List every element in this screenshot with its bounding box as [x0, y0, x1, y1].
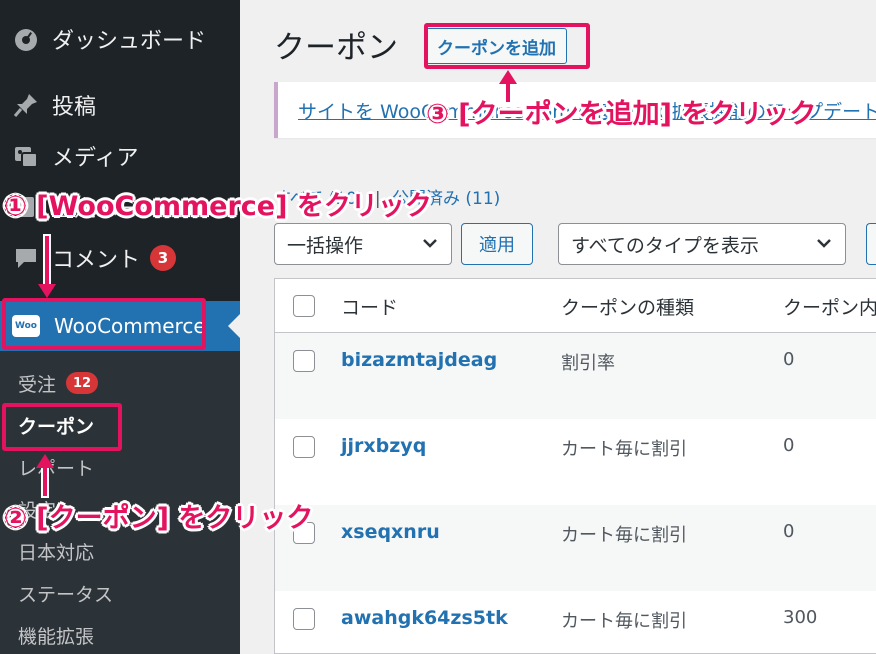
submenu-reports[interactable]: レポート — [18, 449, 94, 485]
coupon-amount: 0 — [783, 349, 795, 370]
menu-comments[interactable]: コメント 3 — [0, 233, 240, 283]
row-checkbox[interactable] — [293, 608, 315, 630]
highlight-add-coupon — [424, 23, 590, 69]
table-row: bizazmtajdeag 割引率 0 — [275, 333, 876, 419]
submenu-extensions[interactable]: 機能拡張 — [18, 617, 94, 653]
annotation-step-1: ① [WooCommerce] をクリック — [4, 191, 432, 222]
menu-posts[interactable]: 投稿 — [0, 80, 240, 130]
filter-button[interactable] — [866, 223, 876, 265]
menu-dashboard-label: ダッシュボード — [52, 29, 207, 54]
submenu-status-label: ステータス — [18, 583, 114, 606]
submenu-japan-label: 日本対応 — [18, 541, 95, 564]
pin-icon — [0, 92, 52, 118]
comment-count-badge: 3 — [150, 245, 177, 271]
orders-count-badge: 12 — [66, 372, 99, 394]
coupons-table: コード クーポンの種類 クーポン内容 bizazmtajdeag 割引率 0 j… — [274, 278, 876, 654]
coupon-amount: 0 — [783, 435, 795, 456]
coupon-type-filter-value: すべてのタイプを表示 — [571, 234, 759, 257]
chevron-down-icon — [421, 234, 439, 257]
coupon-amount: 0 — [783, 521, 795, 542]
coupon-code-link[interactable]: jjrxbzyq — [341, 435, 426, 457]
arrow-down-icon — [38, 284, 56, 298]
annotation-step-2: ② [クーポン] をクリック — [4, 503, 314, 534]
coupon-code-link[interactable]: xseqxnru — [341, 521, 440, 543]
bulk-action-value: 一括操作 — [287, 234, 364, 257]
menu-posts-label: 投稿 — [52, 95, 97, 120]
arrow-line — [45, 236, 49, 286]
column-code[interactable]: コード — [341, 293, 398, 320]
arrow-up-icon — [499, 70, 517, 84]
row-checkbox[interactable] — [293, 436, 315, 458]
coupon-type: カート毎に割引 — [561, 525, 687, 546]
dashboard-icon — [0, 26, 52, 52]
menu-comments-label: コメント — [52, 248, 141, 273]
column-amount[interactable]: クーポン内容 — [783, 293, 876, 320]
menu-media-label: メディア — [52, 146, 139, 171]
table-row: jjrxbzyq カート毎に割引 0 — [275, 419, 876, 505]
coupon-code-link[interactable]: awahgk64zs5tk — [341, 607, 508, 629]
table-row: awahgk64zs5tk カート毎に割引 300 — [275, 591, 876, 654]
coupon-type: カート毎に割引 — [561, 439, 687, 460]
submenu-japan[interactable]: 日本対応 — [18, 533, 94, 569]
current-menu-arrow-icon — [228, 314, 240, 338]
coupon-code-link[interactable]: bizazmtajdeag — [341, 349, 497, 371]
select-all-checkbox[interactable] — [293, 295, 315, 317]
coupon-type: カート毎に割引 — [561, 611, 687, 632]
highlight-woocommerce — [2, 298, 206, 350]
coupon-amount: 300 — [783, 607, 818, 628]
bulk-action-select[interactable]: 一括操作 — [274, 223, 452, 265]
apply-button[interactable]: 適用 — [461, 223, 533, 265]
chevron-down-icon — [815, 234, 833, 257]
arrow-up-icon — [36, 454, 54, 468]
coupon-type: 割引率 — [561, 353, 615, 374]
arrow-line — [43, 466, 47, 496]
submenu-reports-label: レポート — [18, 457, 95, 480]
submenu-orders[interactable]: 受注 12 — [18, 365, 99, 401]
annotation-step-3: ③ [クーポンを追加] をクリック — [426, 99, 817, 130]
submenu-orders-label: 受注 — [18, 373, 57, 396]
submenu-status[interactable]: ステータス — [18, 575, 113, 611]
menu-dashboard[interactable]: ダッシュボード — [0, 14, 240, 64]
column-type[interactable]: クーポンの種類 — [561, 293, 694, 320]
media-icon — [0, 143, 52, 169]
table-header: コード クーポンの種類 クーポン内容 — [275, 279, 876, 333]
table-row: xseqxnru カート毎に割引 0 — [275, 505, 876, 591]
menu-media[interactable]: メディア — [0, 131, 240, 181]
highlight-coupons — [2, 403, 122, 451]
coupon-type-filter-select[interactable]: すべてのタイプを表示 — [558, 223, 846, 265]
row-checkbox[interactable] — [293, 350, 315, 372]
page-title: クーポン — [274, 30, 398, 66]
submenu-extensions-label: 機能拡張 — [18, 625, 95, 648]
